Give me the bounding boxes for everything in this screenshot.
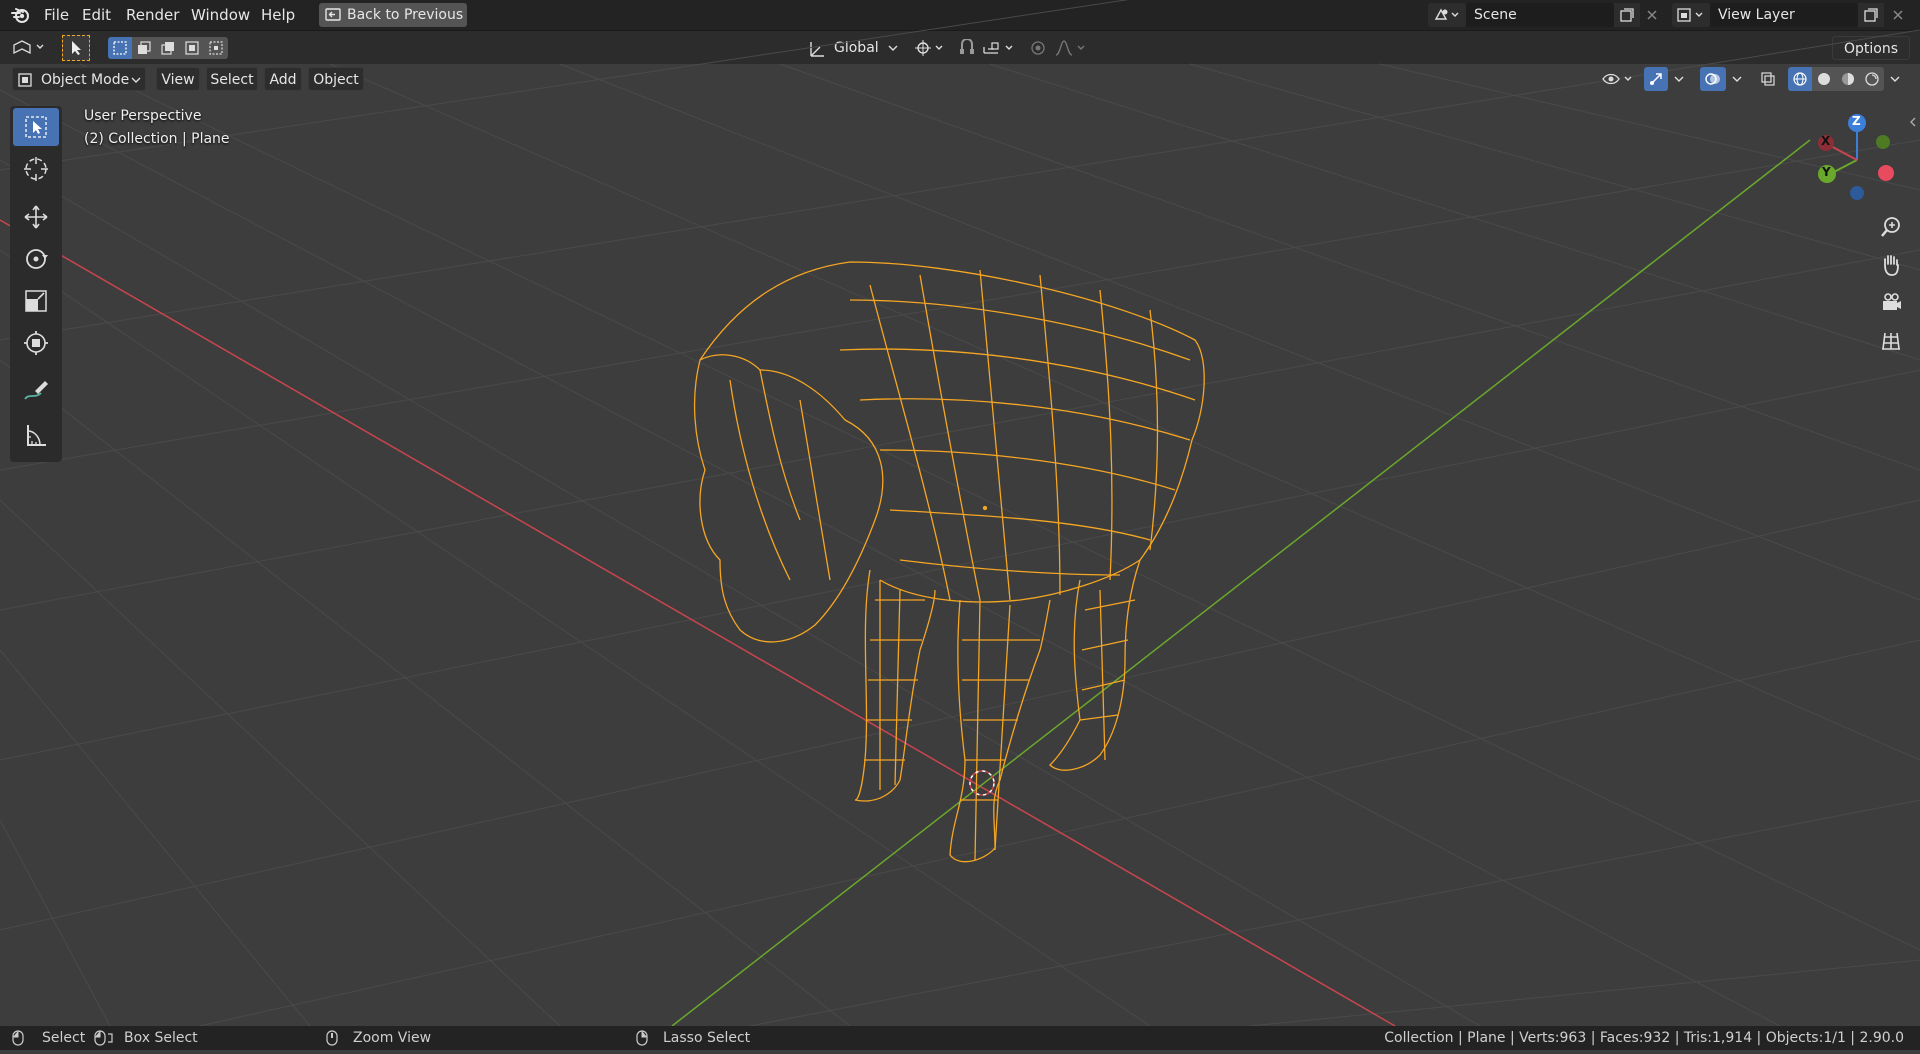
mouse-right-icon bbox=[636, 1030, 648, 1054]
object-mode-label: Object Mode bbox=[41, 72, 130, 88]
hand-icon bbox=[1884, 255, 1899, 276]
status-select-label: Select bbox=[42, 1030, 86, 1046]
pan-view-button[interactable] bbox=[1872, 248, 1910, 282]
viewport-perspective-label: User Perspective bbox=[84, 108, 202, 124]
object-menu-label: Object bbox=[313, 72, 359, 88]
viewport-collection-label: (2) Collection | Plane bbox=[84, 131, 230, 147]
zoom-icon bbox=[1881, 217, 1900, 237]
solid-shading-icon[interactable] bbox=[1812, 67, 1836, 91]
status-bar: Select Box Select Zoom View Lasso Select… bbox=[0, 1026, 1920, 1050]
scale-icon bbox=[25, 290, 47, 312]
camera-icon bbox=[1883, 293, 1901, 310]
add-menu[interactable]: Add bbox=[264, 67, 302, 91]
zoom-view-button[interactable] bbox=[1872, 210, 1910, 244]
status-zoom-view-label: Zoom View bbox=[353, 1030, 432, 1046]
material-preview-icon[interactable] bbox=[1836, 67, 1860, 91]
x-axis-line bbox=[0, 219, 1396, 1027]
rotate-tool[interactable] bbox=[13, 240, 59, 278]
gizmo-x-label: X bbox=[1821, 134, 1831, 148]
add-menu-label: Add bbox=[269, 72, 297, 88]
overlays-dropdown-icon[interactable] bbox=[1728, 67, 1746, 91]
status-lasso-select-label: Lasso Select bbox=[663, 1030, 751, 1046]
gizmo-z-label: Z bbox=[1852, 114, 1861, 128]
shading-dropdown-icon[interactable] bbox=[1886, 67, 1904, 91]
mouse-middle-icon bbox=[326, 1030, 338, 1054]
chevron-down-icon bbox=[131, 68, 141, 100]
scale-tool[interactable] bbox=[13, 282, 59, 320]
overlays-toggle-icon[interactable] bbox=[1700, 67, 1726, 91]
annotate-tool[interactable] bbox=[13, 372, 59, 410]
measure-tool[interactable] bbox=[13, 416, 59, 454]
object-menu[interactable]: Object bbox=[308, 67, 364, 91]
move-tool[interactable] bbox=[13, 198, 59, 236]
scene-statistics: Collection | Plane | Verts:963 | Faces:9… bbox=[1384, 1030, 1904, 1046]
ortho-toggle-button[interactable] bbox=[1872, 324, 1910, 358]
gizmos-toggle-icon[interactable] bbox=[1644, 67, 1668, 91]
select-menu-label: Select bbox=[210, 72, 254, 88]
object-mode-icon bbox=[17, 68, 33, 100]
view-menu[interactable]: View bbox=[156, 67, 200, 91]
rendered-shading-icon[interactable] bbox=[1860, 67, 1884, 91]
move-icon bbox=[24, 205, 48, 229]
select-box-tool[interactable] bbox=[13, 108, 59, 146]
cursor-arrow-icon bbox=[25, 116, 47, 138]
ruler-icon bbox=[27, 425, 46, 446]
viewport-header: Object Mode View Select Add Object bbox=[0, 64, 1920, 94]
wireframe-shading-icon[interactable] bbox=[1788, 67, 1812, 91]
floor-grid bbox=[0, 0, 1920, 1027]
mouse-left-drag-icon bbox=[94, 1030, 114, 1054]
rotate-icon bbox=[26, 249, 48, 269]
gizmo-y-label: Y bbox=[1822, 165, 1831, 179]
select-menu[interactable]: Select bbox=[206, 67, 258, 91]
gizmos-dropdown-icon[interactable] bbox=[1670, 67, 1688, 91]
object-mode-dropdown[interactable]: Object Mode bbox=[12, 67, 146, 91]
camera-view-button[interactable] bbox=[1872, 286, 1910, 320]
tool-shelf bbox=[10, 106, 62, 462]
pencil-icon bbox=[24, 381, 48, 400]
mouse-left-icon bbox=[12, 1030, 24, 1054]
view-menu-label: View bbox=[161, 72, 195, 88]
y-axis-line bbox=[671, 139, 1811, 1027]
viewport-3d[interactable] bbox=[0, 0, 1920, 1050]
wireframe-model[interactable] bbox=[693, 261, 1205, 863]
transform-icon bbox=[24, 331, 48, 355]
grid-icon bbox=[1882, 332, 1900, 350]
crosshair-icon bbox=[24, 157, 48, 181]
cursor-tool[interactable] bbox=[13, 150, 59, 188]
sidebar-toggle-icon[interactable] bbox=[1906, 112, 1920, 132]
status-box-select-label: Box Select bbox=[124, 1030, 198, 1046]
transform-tool[interactable] bbox=[13, 324, 59, 362]
visibility-eye-icon[interactable] bbox=[1598, 67, 1638, 91]
xray-toggle-icon[interactable] bbox=[1756, 67, 1780, 91]
